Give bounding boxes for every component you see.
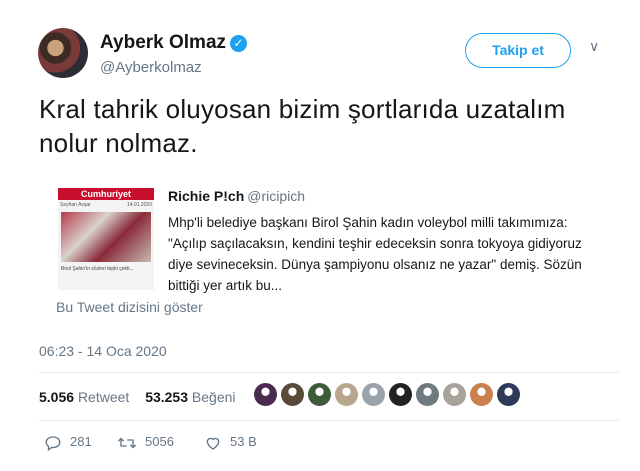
like-count: 53.253 [145, 389, 189, 405]
thumbnail-date: 14.01.2020 [126, 202, 152, 208]
quoted-author-handle[interactable]: @ricipich [247, 188, 305, 204]
thumbnail-caption: Birol Şahin'in sözleri tepki çekti... [61, 266, 134, 272]
volleyball-team-photo [61, 212, 151, 262]
like-stat-label: Beğeni [191, 389, 236, 405]
quoted-author[interactable]: Richie P!ch @ricipich [168, 188, 305, 204]
reply-icon [45, 435, 61, 451]
quoted-author-name[interactable]: Richie P!ch [168, 188, 244, 204]
newspaper-masthead: Cumhuriyet [58, 188, 154, 200]
liker-avatar[interactable] [443, 383, 466, 406]
tweet-text: Kral tahrik oluyosan bizim şortlarıda uz… [39, 94, 566, 158]
liker-avatar[interactable] [281, 383, 304, 406]
chevron-down-icon[interactable]: ∨ [589, 38, 599, 55]
like-action-count: 53 B [230, 434, 257, 449]
author-handle[interactable]: @Ayberkolmaz [100, 59, 202, 76]
heart-icon [206, 437, 220, 450]
quoted-tweet-thumbnail[interactable]: Cumhuriyet Seyhan Avşar 14.01.2020 Birol… [58, 188, 154, 290]
liker-avatar[interactable] [362, 383, 385, 406]
reply-action[interactable]: 281 [44, 432, 92, 452]
like-stat[interactable]: 53.253 Beğeni [145, 385, 235, 409]
retweet-action-count: 5056 [145, 434, 174, 449]
liker-avatar[interactable] [497, 383, 520, 406]
show-thread-link[interactable]: Bu Tweet dizisini göster [56, 299, 203, 315]
liker-avatar[interactable] [254, 383, 277, 406]
author-name-row[interactable]: Ayberk Olmaz ✓ [100, 32, 248, 54]
liker-avatar[interactable] [308, 383, 331, 406]
liker-avatar[interactable] [335, 383, 358, 406]
author-name[interactable]: Ayberk Olmaz [100, 32, 226, 53]
liker-avatar[interactable] [470, 383, 493, 406]
tweet-timestamp[interactable]: 06:23 - 14 Oca 2020 [39, 343, 167, 359]
retweet-count: 5.056 [39, 389, 75, 405]
reply-count: 281 [70, 434, 92, 449]
liker-avatars [254, 383, 524, 409]
liker-avatar[interactable] [389, 383, 412, 406]
verified-badge-icon: ✓ [230, 35, 248, 52]
thumbnail-byline: Seyhan Avşar [60, 202, 91, 208]
quoted-tweet[interactable]: Cumhuriyet Seyhan Avşar 14.01.2020 Birol… [58, 188, 583, 298]
retweet-action[interactable]: 5056 [117, 432, 174, 452]
retweet-icon [118, 437, 136, 448]
follow-button[interactable]: Takip et [465, 33, 571, 68]
retweet-stat-label: Retweet [77, 389, 130, 405]
divider [39, 420, 619, 421]
liker-avatar[interactable] [416, 383, 439, 406]
like-action[interactable]: 53 B [204, 432, 257, 452]
retweet-stat[interactable]: 5.056 Retweet [39, 385, 129, 409]
quoted-tweet-text: Mhp'li belediye başkanı Birol Şahin kadı… [168, 215, 582, 293]
engagement-stats: 5.056 Retweet 53.253 Beğeni [39, 385, 248, 409]
tweet-header: Ayberk Olmaz ✓ @Ayberkolmaz Takip et ∨ [38, 28, 618, 78]
author-avatar[interactable] [38, 28, 88, 78]
thumbnail-meta: Seyhan Avşar 14.01.2020 [60, 202, 152, 209]
divider [39, 372, 619, 373]
